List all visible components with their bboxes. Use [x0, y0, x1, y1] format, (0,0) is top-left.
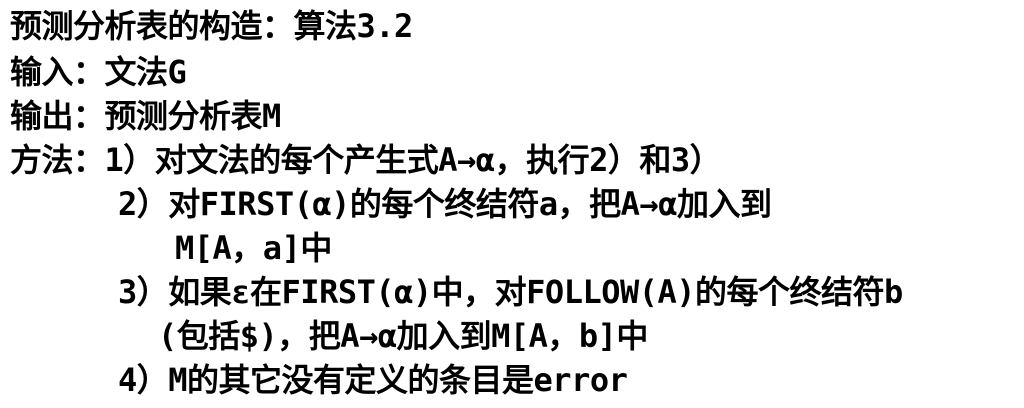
algorithm-title: 预测分析表的构造：算法3.2 — [10, 7, 413, 45]
method-step-2: 2）对FIRST(α)的每个终结符a，把A→α加入到 — [118, 185, 772, 223]
method-step-2-continuation: M[A，a]中 — [175, 229, 332, 267]
method-step-1: 方法：1）对文法的每个产生式A→α，执行2）和3） — [10, 141, 722, 179]
output-line: 输出：预测分析表M — [10, 97, 281, 135]
method-step-4: 4）M的其它没有定义的条目是error — [118, 361, 628, 399]
input-line: 输入：文法G — [10, 53, 187, 91]
method-step-3-continuation: (包括$)，把A→α加入到M[A，b]中 — [158, 317, 648, 355]
method-step-3: 3）如果ε在FIRST(α)中，对FOLLOW(A)的每个终结符b — [118, 273, 903, 311]
algorithm-document: 预测分析表的构造：算法3.2 输入：文法G 输出：预测分析表M 方法：1）对文法… — [0, 0, 1024, 408]
